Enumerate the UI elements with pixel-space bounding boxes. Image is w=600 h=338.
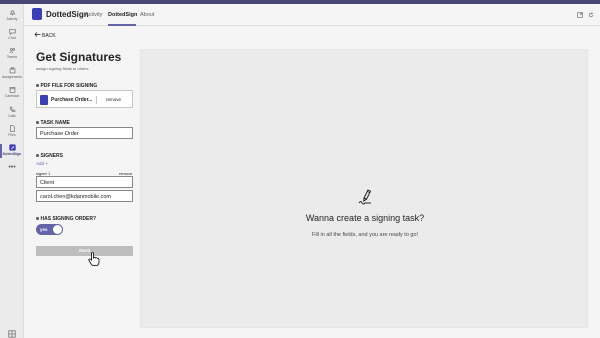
file-divider [96,96,97,104]
main-content: BACK Get Signatures assign signing field… [24,26,600,338]
apps-icon[interactable] [8,330,16,338]
arrow-left-icon [34,32,42,39]
toggle-knob [53,225,62,234]
bullet-dot [36,84,39,87]
rail-item-activity[interactable]: Activity [0,9,24,28]
bullet-dot [36,154,39,157]
order-label-text: HAS SIGNING ORDER? [40,216,97,222]
task-name-label: TASK NAME [36,120,70,126]
calendar-icon [9,87,15,93]
empty-state-text: Fill in all the fields, and you are read… [311,232,419,238]
signing-order-label: HAS SIGNING ORDER? [36,216,96,222]
pdf-label-text: PDF FILE FOR SIGNING [40,83,98,89]
dottedsign-logo [32,8,42,20]
rail-item-teams[interactable]: Teams [0,47,24,66]
pdf-section-label: PDF FILE FOR SIGNING [36,83,97,89]
rail-label: Files [8,133,16,137]
app-rail: Activity Chat Teams Assignments Calendar… [0,4,24,338]
dottedsign-icon [8,144,16,151]
back-button[interactable]: BACK [34,32,56,39]
refresh-icon[interactable] [588,12,594,18]
tab-about[interactable]: About [140,12,154,18]
pdf-file-icon [40,95,48,105]
signer-email-input[interactable]: carol.chen@kdanmobile.com [36,190,133,202]
popout-icon[interactable] [577,12,583,18]
toggle-text: yes [40,227,48,232]
teams-icon [8,48,15,54]
add-signer-button[interactable]: Add + [36,161,48,166]
bullet-dot [36,121,39,124]
rail-item-calendar[interactable]: Calendar [0,86,24,105]
more-apps-icon[interactable]: ••• [0,164,24,171]
signers-label-text: SIGNERS [40,153,64,159]
tab-activity[interactable]: Activity [85,12,102,18]
bell-icon [9,10,15,16]
rail-item-chat[interactable]: Chat [0,28,24,47]
file-icon [9,125,15,132]
page-subtitle: assign signing fields to others [36,66,89,71]
pdf-file-card: Purchase Order... remove [36,90,133,108]
task-label-text: TASK NAME [40,120,70,126]
rail-label: Activity [6,17,18,21]
app-name: DottedSign [46,10,89,19]
tab-dottedsign[interactable]: DottedSign [108,12,137,18]
pdf-file-name: Purchase Order... [51,97,93,103]
rail-label: Teams [6,55,18,59]
rail-label: Assignments [1,75,23,79]
assignments-icon [9,67,15,74]
back-label: BACK [42,33,56,39]
hand-cursor-icon [88,252,100,266]
phone-icon [9,106,15,112]
rail-label: DottedSign [2,152,22,156]
rail-label: Calls [8,114,16,118]
signer-name-input[interactable]: Client [36,176,133,188]
start-button[interactable]: Start! [36,246,133,256]
preview-panel: Wanna create a signing task? Fill in all… [140,49,588,328]
signers-label: SIGNERS [36,153,63,159]
rail-item-assignments[interactable]: Assignments [0,67,24,86]
rail-item-calls[interactable]: Calls [0,106,24,125]
pen-signing-icon [358,189,372,205]
rail-label: Calendar [4,94,20,98]
task-name-input[interactable]: Purchase Order [36,127,133,139]
rail-label: Chat [8,36,16,40]
page-title: Get Signatures [36,50,122,64]
signing-order-toggle[interactable]: yes [36,224,63,235]
rail-item-dottedsign[interactable]: DottedSign [0,144,24,163]
empty-state-title: Wanna create a signing task? [305,213,425,223]
bullet-dot [36,217,39,220]
chat-icon [8,29,16,35]
rail-item-files[interactable]: Files [0,125,24,144]
remove-file-button[interactable]: remove [106,97,121,102]
app-header: DottedSign Activity DottedSign About [24,4,600,26]
